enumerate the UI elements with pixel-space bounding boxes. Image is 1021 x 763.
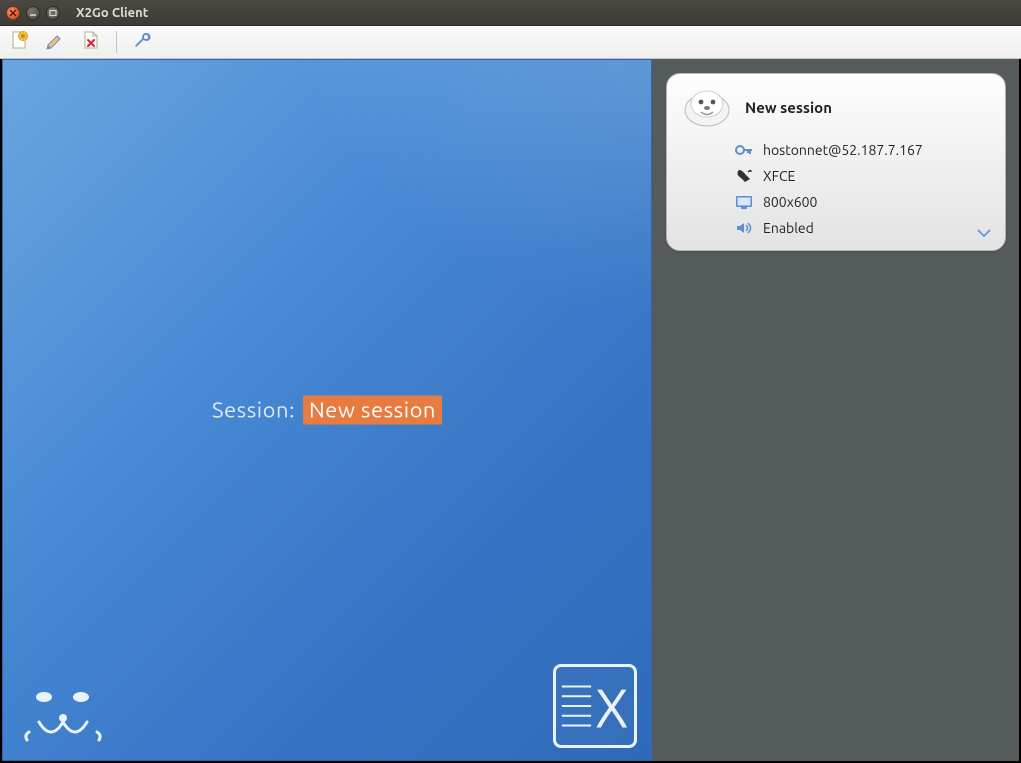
session-line: Session: New session — [212, 396, 442, 425]
settings-button[interactable] — [131, 31, 153, 53]
pencil-icon — [45, 30, 65, 54]
mouse-icon — [735, 168, 753, 184]
session-sound-row: Enabled — [735, 220, 991, 236]
x2go-logo: X — [553, 664, 637, 748]
minimize-button[interactable] — [26, 6, 40, 20]
session-desktop-value: XFCE — [763, 168, 795, 184]
toolbar-separator — [116, 31, 117, 53]
sound-icon — [735, 220, 753, 236]
session-label: Session: — [212, 398, 295, 423]
new-session-button[interactable] — [8, 31, 30, 53]
session-card-title: New session — [745, 99, 832, 116]
left-panel: Session: New session — [2, 59, 652, 761]
session-desktop-row: XFCE — [735, 168, 991, 184]
new-file-icon — [9, 30, 29, 54]
session-resolution-row: 800x600 — [735, 194, 991, 210]
delete-file-icon — [81, 30, 101, 54]
session-connection-row: hostonnet@52.187.7.167 — [735, 142, 991, 158]
close-button[interactable] — [6, 6, 20, 20]
seal-face-icon — [19, 682, 109, 752]
delete-session-button[interactable] — [80, 31, 102, 53]
session-resolution-value: 800x600 — [763, 194, 817, 210]
key-icon — [735, 142, 753, 158]
session-card-rows: hostonnet@52.187.7.167 XFCE — [681, 142, 991, 236]
session-value[interactable]: New session — [303, 396, 442, 425]
session-card-header: New session — [681, 86, 991, 128]
expand-button[interactable] — [975, 226, 993, 240]
display-icon — [735, 194, 753, 210]
seal-avatar-icon — [681, 86, 733, 128]
session-card[interactable]: New session hostonnet@52.187.7.167 — [666, 73, 1006, 251]
toolbar — [0, 26, 1021, 59]
window-buttons — [6, 6, 60, 20]
window-title: X2Go Client — [76, 6, 148, 20]
session-connection-value: hostonnet@52.187.7.167 — [763, 142, 923, 158]
main-area: Session: New session — [0, 59, 1021, 763]
svg-text:X: X — [595, 677, 629, 738]
right-panel: New session hostonnet@52.187.7.167 — [652, 59, 1019, 761]
session-sound-value: Enabled — [763, 220, 814, 236]
edit-session-button[interactable] — [44, 31, 66, 53]
maximize-button[interactable] — [46, 6, 60, 20]
wrench-icon — [132, 30, 152, 54]
titlebar: X2Go Client — [0, 0, 1021, 26]
